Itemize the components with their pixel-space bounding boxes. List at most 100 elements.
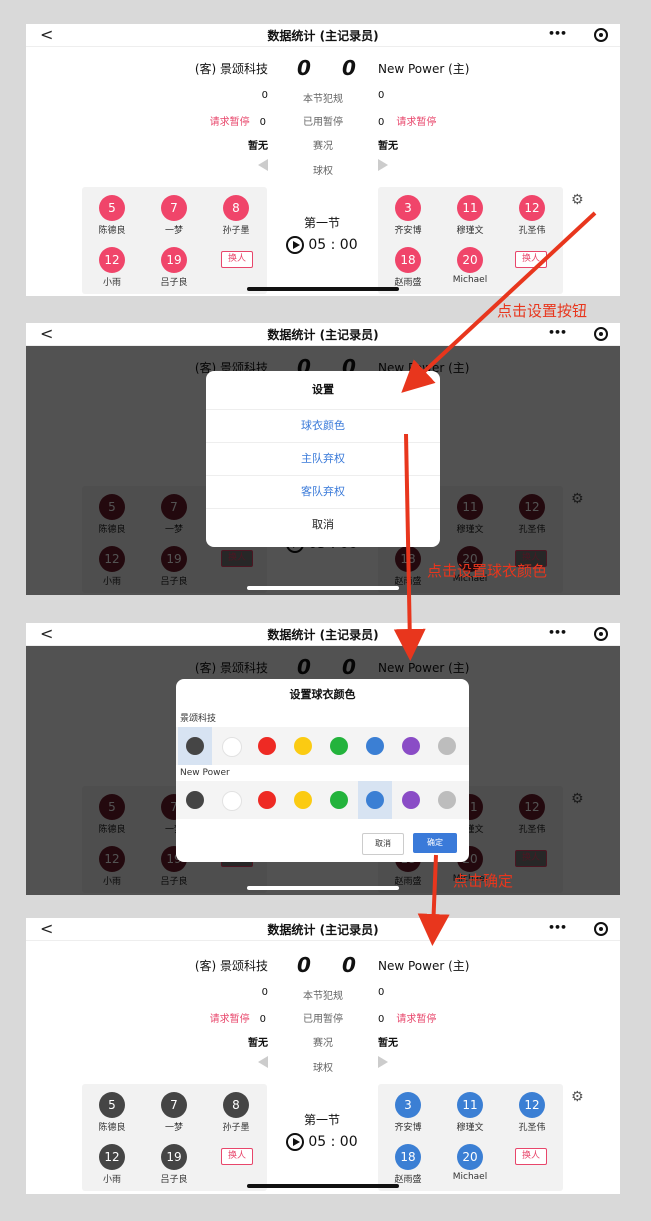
away-forfeit-option[interactable]: 客队弃权 bbox=[206, 476, 440, 509]
color-swatch[interactable] bbox=[366, 737, 384, 755]
jersey-number: 19 bbox=[161, 247, 187, 273]
status-label: 赛况 bbox=[313, 141, 333, 152]
more-icon[interactable]: ••• bbox=[548, 326, 567, 339]
cancel-option[interactable]: 取消 bbox=[206, 509, 440, 541]
player-away-2[interactable]: 8 孙子墨 bbox=[211, 1092, 261, 1133]
home-status: 暂无 bbox=[378, 141, 398, 152]
nav-bar: < 数据统计 (主记录员) ••• bbox=[26, 918, 620, 941]
player-home-3[interactable]: 18赵雨盛 bbox=[383, 1144, 433, 1185]
play-icon[interactable] bbox=[286, 1133, 305, 1151]
home-indicator bbox=[247, 1184, 399, 1188]
player-home-3[interactable]: 18赵雨盛 bbox=[383, 247, 433, 288]
jersey-number: 5 bbox=[99, 1092, 125, 1118]
home-request-timeout[interactable]: 请求暂停 bbox=[396, 117, 436, 128]
jersey-number: 20 bbox=[457, 1144, 483, 1170]
away-score: 0 bbox=[297, 56, 311, 80]
player-home-1[interactable]: 11 穆瑾文 bbox=[445, 195, 495, 236]
color-swatch[interactable] bbox=[186, 791, 204, 809]
player-home-0[interactable]: 3 齐安博 bbox=[383, 1092, 433, 1133]
color-swatch[interactable] bbox=[366, 791, 384, 809]
game-clock: 05 : 00 bbox=[282, 236, 362, 254]
player-away-0[interactable]: 5 陈德良 bbox=[87, 1092, 137, 1133]
home-team-name: New Power (主) bbox=[378, 959, 470, 973]
color-swatch[interactable] bbox=[222, 737, 242, 757]
substitute-button[interactable]: 换人 bbox=[515, 1148, 547, 1165]
mini-program-capsule: ••• bbox=[548, 326, 608, 342]
away-fouls: 0 bbox=[261, 987, 268, 998]
away-request-timeout[interactable]: 请求暂停 0 bbox=[210, 113, 266, 128]
home-fouls: 0 bbox=[378, 90, 385, 101]
color-swatch[interactable] bbox=[330, 791, 348, 809]
player-home-1[interactable]: 11 穆瑾文 bbox=[445, 1092, 495, 1133]
jersey-number: 5 bbox=[99, 195, 125, 221]
color-swatch[interactable] bbox=[294, 791, 312, 809]
substitute-button[interactable]: 换人 bbox=[515, 251, 547, 268]
player-away-1[interactable]: 7 一梦 bbox=[149, 195, 199, 236]
close-icon[interactable] bbox=[594, 922, 608, 936]
color-swatch[interactable] bbox=[438, 791, 456, 809]
jersey-number: 18 bbox=[395, 247, 421, 273]
home-score: 0 bbox=[342, 56, 356, 80]
fouls-label: 本节犯规 bbox=[303, 991, 343, 1002]
play-icon[interactable] bbox=[286, 236, 305, 254]
status-row: 暂无 赛况 暂无 bbox=[26, 1034, 620, 1050]
color-swatch[interactable] bbox=[294, 737, 312, 755]
close-icon[interactable] bbox=[594, 28, 608, 42]
color-swatch[interactable] bbox=[222, 791, 242, 811]
close-icon[interactable] bbox=[594, 327, 608, 341]
player-home-2[interactable]: 12 孔圣伟 bbox=[507, 1092, 557, 1133]
color-swatch[interactable] bbox=[402, 791, 420, 809]
player-away-4[interactable]: 19 吕子良 bbox=[149, 1144, 199, 1185]
jersey-color-option[interactable]: 球衣颜色 bbox=[206, 410, 440, 443]
player-away-1[interactable]: 7 一梦 bbox=[149, 1092, 199, 1133]
gear-icon[interactable]: ⚙ bbox=[571, 1089, 584, 1105]
home-forfeit-option[interactable]: 主队弃权 bbox=[206, 443, 440, 476]
color-swatch[interactable] bbox=[330, 737, 348, 755]
color-swatch[interactable] bbox=[258, 791, 276, 809]
more-icon[interactable]: ••• bbox=[548, 27, 567, 40]
gear-icon[interactable]: ⚙ bbox=[571, 192, 584, 208]
home-team-name: New Power (主) bbox=[378, 62, 470, 76]
player-name: 小雨 bbox=[102, 1175, 121, 1185]
color-swatch[interactable] bbox=[402, 737, 420, 755]
player-name: 孙子墨 bbox=[222, 226, 250, 236]
possession-right-arrow[interactable] bbox=[378, 1056, 388, 1068]
player-name: 一梦 bbox=[164, 226, 183, 236]
more-icon[interactable]: ••• bbox=[548, 921, 567, 934]
confirm-button[interactable]: 确定 bbox=[413, 833, 457, 853]
color-swatch[interactable] bbox=[438, 737, 456, 755]
player-away-3[interactable]: 12 小雨 bbox=[87, 1144, 137, 1185]
team1-swatches bbox=[176, 727, 469, 765]
mini-program-capsule: ••• bbox=[548, 626, 608, 642]
cancel-button[interactable]: 取消 bbox=[362, 833, 404, 855]
possession-right-arrow[interactable] bbox=[378, 159, 388, 171]
jersey-number: 8 bbox=[223, 1092, 249, 1118]
away-request-timeout[interactable]: 请求暂停 0 bbox=[210, 1010, 266, 1025]
substitute-button[interactable]: 换人 bbox=[221, 1148, 253, 1165]
substitute-button[interactable]: 换人 bbox=[221, 251, 253, 268]
player-home-2[interactable]: 12 孔圣伟 bbox=[507, 195, 557, 236]
home-indicator bbox=[247, 287, 399, 291]
color-swatch[interactable] bbox=[258, 737, 276, 755]
more-icon[interactable]: ••• bbox=[548, 626, 567, 639]
jersey-number: 20 bbox=[457, 247, 483, 273]
player-name: 吕子良 bbox=[160, 278, 188, 288]
annotation-step1: 点击设置按钮 bbox=[497, 302, 588, 320]
player-away-4[interactable]: 19 吕子良 bbox=[149, 247, 199, 288]
team2-swatches bbox=[176, 781, 469, 819]
player-away-3[interactable]: 12 小雨 bbox=[87, 247, 137, 288]
away-fouls: 0 bbox=[261, 90, 268, 101]
close-icon[interactable] bbox=[594, 627, 608, 641]
player-home-4[interactable]: 20 Michael bbox=[445, 1144, 495, 1182]
player-away-0[interactable]: 5 陈德良 bbox=[87, 195, 137, 236]
player-home-0[interactable]: 3 齐安博 bbox=[383, 195, 433, 236]
home-timeouts: 0 请求暂停 bbox=[378, 117, 437, 128]
player-away-2[interactable]: 8 孙子墨 bbox=[211, 195, 261, 236]
possession-row: 球权 bbox=[26, 1059, 620, 1075]
screen-settings: < 数据统计 (主记录员) ••• (客) 景颂科技 0 0 New Power… bbox=[26, 323, 620, 595]
fouls-label: 本节犯规 bbox=[303, 94, 343, 105]
player-name: Michael bbox=[452, 275, 488, 285]
player-home-4[interactable]: 20 Michael bbox=[445, 247, 495, 285]
home-request-timeout[interactable]: 请求暂停 bbox=[396, 1014, 436, 1025]
color-swatch[interactable] bbox=[186, 737, 204, 755]
